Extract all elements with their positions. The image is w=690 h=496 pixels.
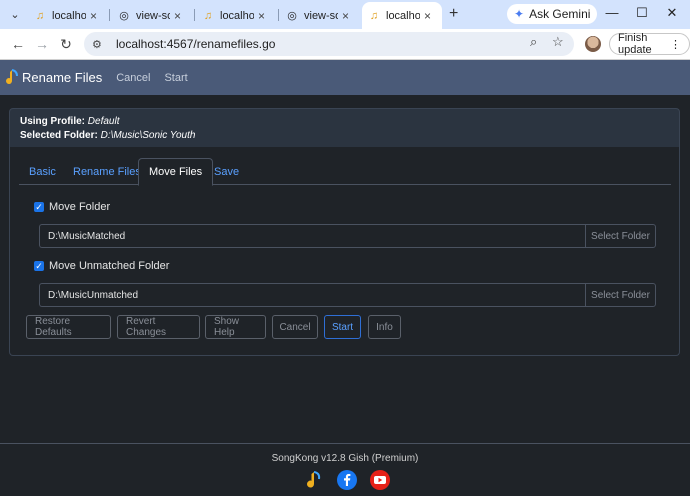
revert-changes-button[interactable]: Revert Changes — [117, 315, 200, 339]
app-navbar: Rename Files Cancel Start — [0, 60, 690, 95]
globe-icon: ◎ — [287, 10, 297, 22]
close-icon[interactable]: × — [174, 9, 181, 23]
using-profile-line: Using Profile: Default — [20, 116, 120, 127]
maximize-icon[interactable]: ☐ — [634, 5, 650, 21]
site-info-icon[interactable]: ⚙ — [92, 38, 106, 51]
avatar[interactable] — [585, 36, 601, 52]
nav-start-link[interactable]: Start — [164, 72, 187, 84]
move-unmatched-group: Select Folder — [39, 283, 656, 307]
browser-tab[interactable]: ◎ view-sou × — [112, 2, 192, 29]
move-unmatched-input[interactable] — [39, 283, 585, 307]
address-bar[interactable]: ⚙ localhost:4567/renamefiles.go — [84, 32, 574, 56]
footer-social-links — [303, 470, 393, 490]
youtube-icon[interactable] — [370, 470, 390, 490]
browser-toolbar: ← → ↻ ⚙ localhost:4567/renamefiles.go ⌕ … — [0, 29, 690, 60]
new-tab-icon[interactable]: + — [449, 5, 458, 23]
footer-divider — [0, 443, 690, 444]
info-button[interactable]: Info — [368, 315, 401, 339]
tab-save[interactable]: Save — [204, 158, 249, 185]
settings-tabs: Basic Rename Files Move Files Save — [19, 158, 671, 186]
move-folder-option: ✓ Move Folder — [34, 201, 111, 213]
footer-version: SongKong v12.8 Gish (Premium) — [271, 453, 419, 464]
cancel-button[interactable]: Cancel — [272, 315, 318, 339]
close-window-icon[interactable]: ✕ — [664, 5, 680, 21]
songkong-icon[interactable] — [303, 470, 323, 490]
songkong-icon: ♫ — [203, 9, 213, 22]
close-icon[interactable]: × — [342, 9, 349, 23]
tab-move-files[interactable]: Move Files — [138, 158, 214, 186]
more-menu-icon: ⋮ — [670, 38, 681, 51]
zoom-icon[interactable]: ⌕ — [530, 34, 537, 50]
move-folder-input[interactable] — [39, 224, 585, 248]
restore-defaults-button[interactable]: Restore Defaults — [26, 315, 111, 339]
ask-gemini-button[interactable]: ✦ Ask Gemini — [507, 4, 598, 24]
move-folder-checkbox[interactable]: ✓ — [34, 202, 44, 212]
back-arrow-icon[interactable]: ← — [9, 35, 27, 53]
profile-info-panel: Using Profile: Default Selected Folder: … — [9, 108, 680, 147]
gemini-sparkle-icon: ✦ — [514, 7, 525, 21]
songkong-logo-icon — [6, 68, 18, 84]
bookmark-star-icon[interactable]: ☆ — [552, 34, 564, 50]
songkong-icon: ♫ — [35, 9, 45, 22]
start-button[interactable]: Start — [324, 315, 361, 339]
tab-basic[interactable]: Basic — [19, 158, 66, 185]
browser-tab[interactable]: ♫ localhost × — [28, 2, 106, 29]
move-unmatched-checkbox[interactable]: ✓ — [34, 261, 44, 271]
select-move-folder-button[interactable]: Select Folder — [585, 224, 656, 248]
app-title: Rename Files — [22, 70, 103, 85]
move-folder-group: Select Folder — [39, 224, 656, 248]
globe-icon: ◎ — [119, 10, 129, 22]
close-icon[interactable]: × — [424, 9, 431, 23]
minimize-icon[interactable]: — — [604, 5, 620, 20]
nav-cancel-link[interactable]: Cancel — [116, 72, 150, 84]
browser-tab[interactable]: ◎ view-sou × — [280, 2, 360, 29]
show-help-button[interactable]: Show Help — [205, 315, 266, 339]
select-unmatched-folder-button[interactable]: Select Folder — [585, 283, 656, 307]
selected-folder-line: Selected Folder: D:\Music\Sonic Youth — [20, 130, 196, 141]
close-icon[interactable]: × — [258, 9, 265, 23]
finish-update-button[interactable]: Finish update ⋮ — [609, 32, 690, 56]
close-icon[interactable]: × — [90, 9, 97, 23]
facebook-icon[interactable] — [337, 470, 357, 490]
browser-tab-active[interactable]: ♫ localhost × — [362, 2, 442, 29]
browser-tab[interactable]: ♫ localhost × — [196, 2, 276, 29]
forward-arrow-icon[interactable]: → — [33, 35, 51, 53]
tab-search-button[interactable]: ⌄ — [5, 4, 25, 24]
reload-icon[interactable]: ↻ — [57, 35, 75, 53]
browser-tab-strip: ⌄ ♫ localhost × ◎ view-sou × ♫ localhost… — [0, 0, 690, 29]
songkong-icon: ♫ — [369, 9, 379, 22]
move-unmatched-option: ✓ Move Unmatched Folder — [34, 260, 170, 272]
